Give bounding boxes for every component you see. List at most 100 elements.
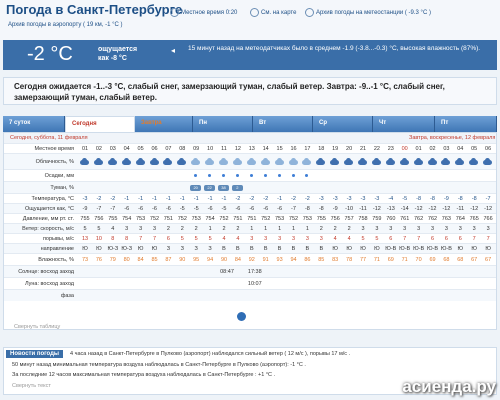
cell-direction: Ю — [471, 246, 477, 252]
cell-wind_speed: 1 — [250, 226, 254, 232]
cell-pressure: 753 — [302, 216, 312, 222]
stations-link[interactable]: Архив погоды на метеостанции ( -9.3 °C ) — [305, 8, 431, 17]
cell-direction: Ю — [332, 246, 338, 252]
cell-time: 12 — [234, 146, 241, 152]
tab-wed[interactable]: Ср — [313, 116, 373, 132]
cell-temp: -2 — [235, 196, 241, 202]
tab-7-days[interactable]: 7 суток — [3, 116, 65, 132]
cell-wind_speed: 1 — [264, 226, 268, 232]
tab-tomorrow[interactable]: Завтра — [135, 116, 193, 132]
tab-fri[interactable]: Пт — [435, 116, 497, 132]
cell-humidity: 91 — [262, 257, 269, 263]
cell-pressure: 751 — [247, 216, 257, 222]
local-time: Местное время 0:20 — [170, 8, 237, 17]
cell-direction: Ю-В — [413, 246, 425, 252]
cell-feels: -12 — [470, 206, 479, 212]
cloud-icon — [176, 158, 187, 166]
cell-pressure: 753 — [136, 216, 146, 222]
cell-feels: -7 — [96, 206, 102, 212]
cell-humidity: 90 — [220, 257, 228, 263]
cell-wind_speed: 2 — [347, 226, 351, 232]
tab-today[interactable]: Сегодня — [65, 116, 135, 132]
info-icon: ◂ — [171, 46, 176, 55]
cell-direction: В — [305, 246, 310, 252]
clock-icon — [170, 8, 179, 17]
tomorrow-label: Завтра, воскресенье, 12 февраля — [409, 135, 496, 141]
cell-time: 02 — [429, 146, 436, 152]
cell-temp: -8 — [471, 196, 477, 202]
cell-time: 04 — [123, 146, 130, 152]
cell-wind_speed: 5 — [83, 226, 87, 232]
cell-humidity: 77 — [359, 257, 367, 263]
cell-time: 07 — [165, 146, 172, 152]
cloud-icon — [399, 158, 410, 166]
cell-humidity: 70 — [415, 257, 422, 263]
map-link[interactable]: См. на карте — [250, 8, 296, 17]
cell-gusts: 6 — [444, 236, 448, 242]
cell-gusts: 5 — [194, 236, 198, 242]
cloud-icon — [135, 158, 146, 166]
cell-pressure: 758 — [358, 216, 368, 222]
row-label-clouds: Облачность, % — [35, 159, 74, 165]
cell-temp: -2 — [96, 196, 102, 202]
cell-time: 20 — [346, 146, 353, 152]
cell-pressure: 755 — [108, 216, 118, 222]
tab-thu[interactable]: Чт — [373, 116, 435, 132]
collapse-text-link[interactable]: Свернуть текст — [12, 383, 51, 389]
cell-time: 23 — [387, 146, 394, 152]
cell-gusts: 5 — [208, 236, 212, 242]
cell-wind_speed: 1 — [305, 226, 309, 232]
cell-wind_speed: 2 — [180, 226, 184, 232]
tab-tue[interactable]: Вт — [253, 116, 313, 132]
tab-mon[interactable]: Пн — [193, 116, 253, 132]
cell-direction: В — [277, 246, 282, 252]
cloud-icon — [246, 158, 257, 166]
cell-gusts: 7 — [417, 236, 421, 242]
cell-feels: -6 — [249, 206, 255, 212]
cell-feels: -12 — [372, 206, 381, 212]
cell-pressure: 752 — [261, 216, 271, 222]
row-label-pressure: Давление, мм рт. ст. — [22, 216, 74, 222]
cloud-icon — [454, 158, 465, 166]
cell-feels: -9 — [332, 206, 338, 212]
cell-wind_speed: 3 — [417, 226, 421, 232]
snow-icon — [208, 174, 212, 177]
sunrise-time: 08:47 — [220, 269, 234, 275]
row-label-sun: Солнце: восход заход — [18, 269, 74, 275]
collapse-table-link[interactable]: Свернуть таблицу — [14, 324, 60, 330]
cell-time: 11 — [221, 146, 227, 152]
cloud-icon — [190, 158, 201, 166]
cell-temp: -8 — [430, 196, 435, 202]
cell-gusts: 7 — [139, 236, 143, 242]
cell-temp: -1 — [138, 196, 144, 202]
row-label-fog: Туман, % — [50, 185, 74, 191]
cell-feels: -12 — [442, 206, 451, 212]
row-wind_speed: Ветер: скорость, м/с 5 5 4 3 3 3 2 2 2 1 2 2 1 1 1 1 1 2 2 2… — [4, 223, 496, 233]
feels-like: ощущается как -8 °C — [98, 46, 138, 62]
cell-feels: -6 — [207, 206, 213, 212]
cell-temp: -1 — [165, 196, 171, 202]
cell-wind_speed: 3 — [430, 226, 435, 232]
cell-temp: -1 — [179, 196, 185, 202]
cell-humidity: 71 — [401, 257, 408, 263]
cell-gusts: 4 — [333, 236, 337, 242]
cell-humidity: 90 — [179, 257, 186, 263]
cell-feels: -7 — [291, 206, 296, 212]
cell-direction: З — [194, 246, 198, 252]
cell-gusts: 4 — [222, 236, 226, 242]
cell-direction: В — [291, 246, 296, 252]
cell-direction: В — [236, 246, 240, 252]
cloud-icon — [329, 158, 340, 166]
cell-gusts: 6 — [389, 236, 393, 242]
cell-temp: -3 — [374, 196, 380, 202]
cell-wind_speed: 3 — [403, 226, 407, 232]
cell-time: 18 — [318, 146, 325, 152]
cell-temp: -3 — [360, 196, 366, 202]
cloud-icon — [107, 158, 118, 166]
cell-feels: -11 — [359, 206, 367, 212]
cell-humidity: 67 — [485, 257, 492, 263]
cell-feels: -6 — [124, 206, 130, 212]
cell-gusts: 3 — [250, 236, 254, 242]
cell-wind_speed: 2 — [166, 226, 170, 232]
airport-archive-link[interactable]: Архив погоды в аэропорту ( 19 км, -1 °C … — [8, 22, 123, 28]
